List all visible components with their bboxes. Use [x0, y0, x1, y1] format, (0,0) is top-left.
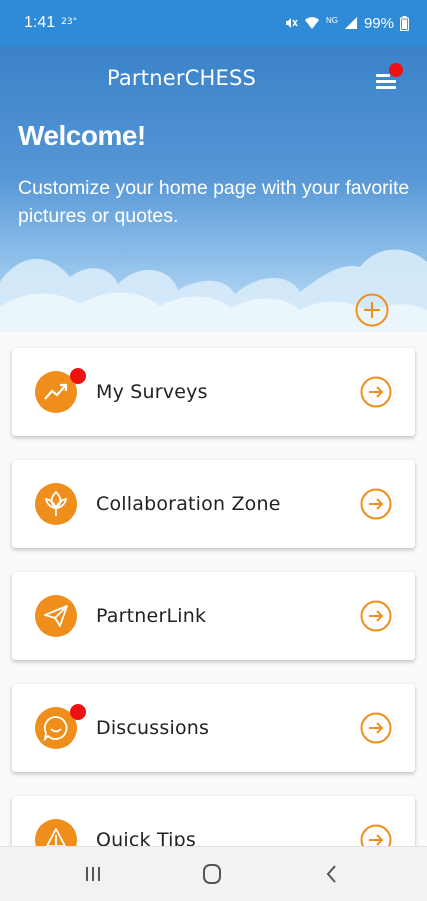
- status-temperature: 23°: [61, 16, 78, 27]
- home-icon[interactable]: [198, 861, 226, 887]
- card-discussions[interactable]: Discussions: [12, 684, 415, 772]
- arrow-right-icon[interactable]: [360, 824, 392, 846]
- card-partnerlink[interactable]: PartnerLink: [12, 572, 415, 660]
- welcome-subtitle: Customize your home page with your favor…: [18, 177, 410, 227]
- status-bar: 1:41 23° NG 99%: [0, 0, 427, 46]
- status-time: 1:41: [24, 14, 56, 31]
- menu-notification-badge: [389, 63, 403, 77]
- system-nav-bar: [0, 846, 427, 901]
- card-label: Quick Tips: [96, 829, 197, 846]
- wifi-icon: [304, 17, 319, 29]
- plus-circle-icon[interactable]: [355, 293, 389, 327]
- welcome-banner: PartnerCHESS Welcome! Customize your hom…: [0, 46, 427, 332]
- card-collaboration-zone[interactable]: Collaboration Zone: [12, 460, 415, 548]
- network-type: NG: [325, 16, 338, 25]
- notification-badge: [70, 368, 86, 384]
- lightbulb-icon: [35, 819, 77, 846]
- mute-icon: [285, 18, 298, 28]
- app-title: PartnerCHESS: [106, 66, 257, 90]
- signal-icon: [344, 17, 357, 29]
- card-label: Discussions: [96, 717, 210, 739]
- card-my-surveys[interactable]: My Surveys: [12, 348, 415, 436]
- arrow-right-icon[interactable]: [360, 488, 392, 520]
- card-label: PartnerLink: [96, 605, 207, 627]
- menu-list: My Surveys Collaboration Zone PartnerLin…: [0, 332, 427, 846]
- paper-plane-icon: [35, 595, 77, 637]
- recent-apps-icon[interactable]: [79, 861, 107, 887]
- notification-badge: [70, 704, 86, 720]
- arrow-right-icon[interactable]: [360, 376, 392, 408]
- back-icon[interactable]: [318, 861, 346, 887]
- arrow-right-icon[interactable]: [360, 600, 392, 632]
- status-icons: NG 99%: [284, 15, 409, 32]
- arrow-right-icon[interactable]: [360, 712, 392, 744]
- card-label: Collaboration Zone: [96, 493, 281, 515]
- card-label: My Surveys: [96, 381, 208, 403]
- battery-level: 99%: [363, 14, 394, 32]
- battery-icon: [400, 15, 409, 31]
- welcome-heading: Welcome!: [18, 120, 146, 151]
- leaf-icon: [35, 483, 77, 525]
- card-quick-tips[interactable]: Quick Tips: [12, 796, 415, 846]
